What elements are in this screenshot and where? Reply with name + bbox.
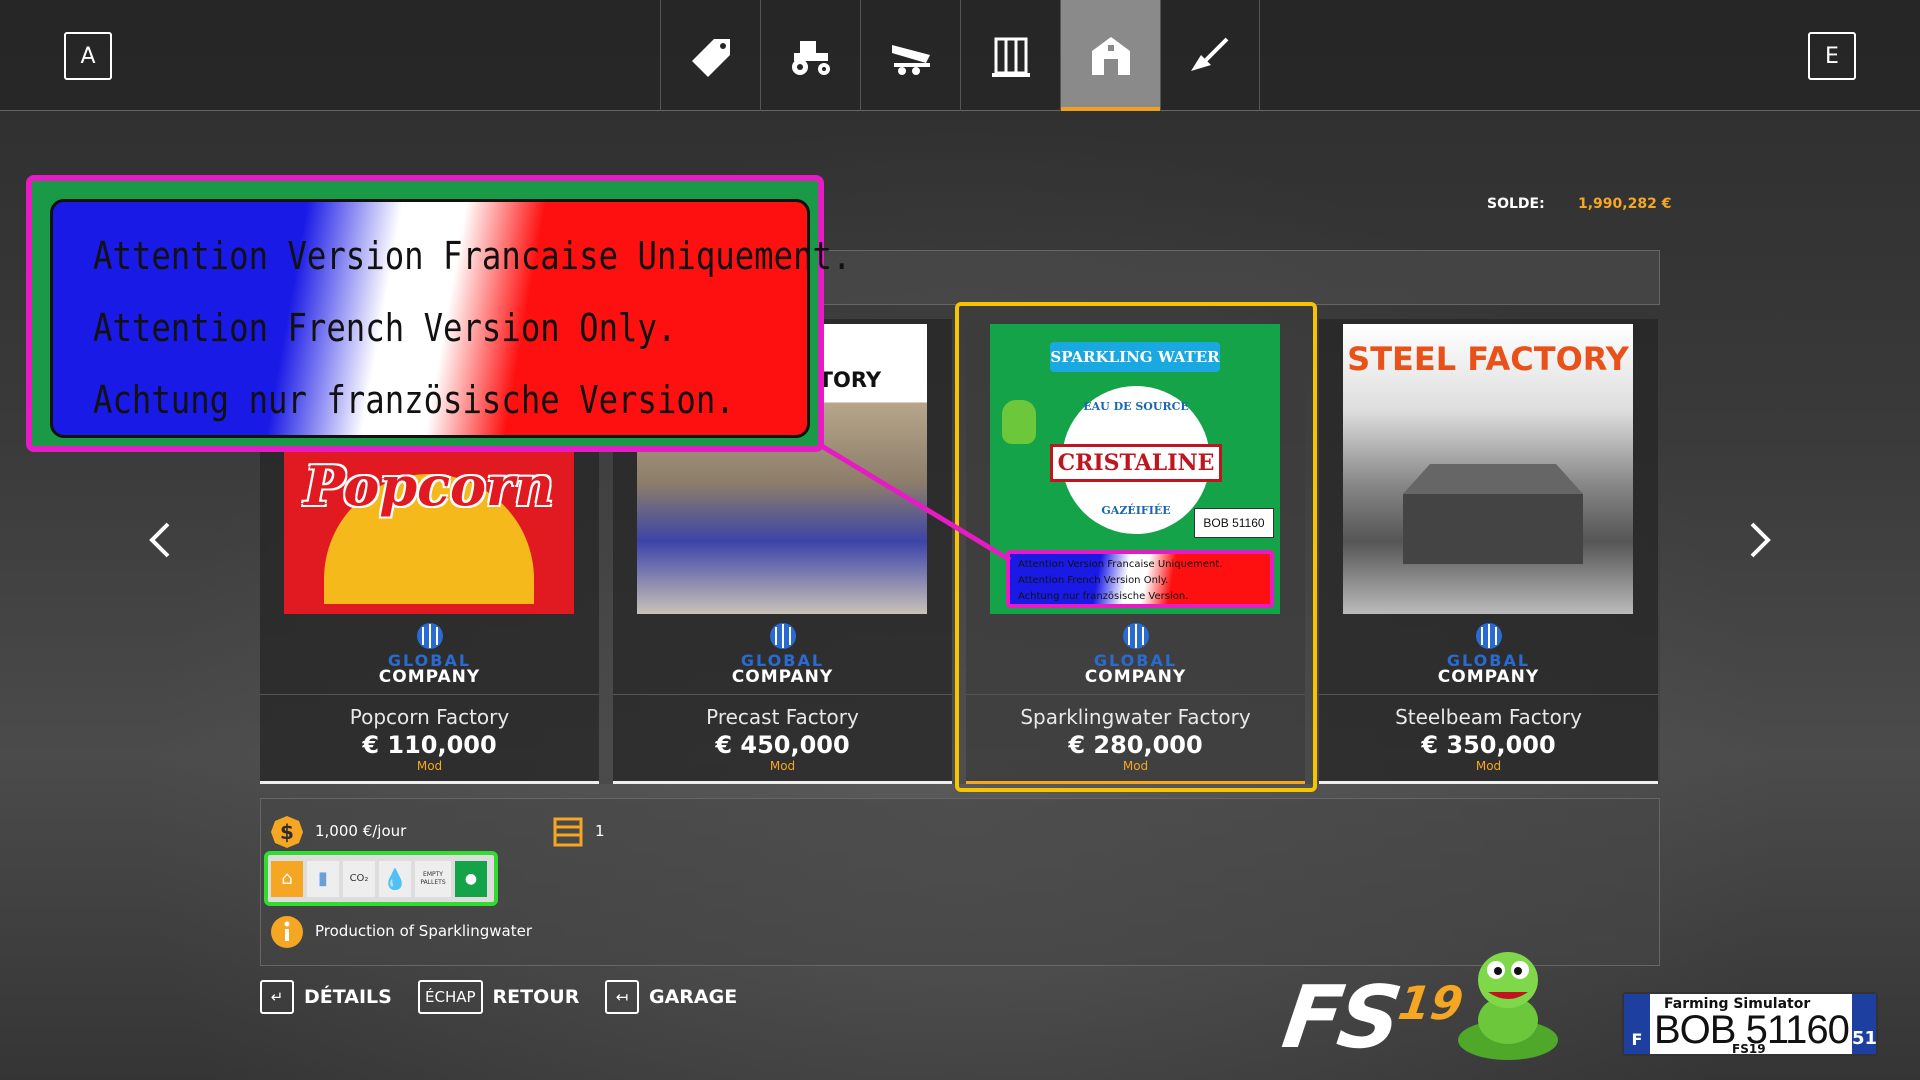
item-thumbnail: STEEL FACTORY [1343,324,1633,614]
backspace-key-icon: ↤ [605,980,639,1014]
item-mod-tag: Mod [416,759,443,773]
escape-key-icon: ÉCHAP [418,980,483,1014]
enter-key-icon: ↵ [260,980,294,1014]
thumb-sub-top: EAU DE SOURCE [1083,400,1189,413]
global-company-logo: GLOBAL COMPANY [613,619,952,699]
snake-mascot-icon [1458,952,1558,1060]
prev-category-key-button[interactable]: A [64,32,112,80]
water-bottle-icon: ▮ [307,860,339,897]
balance-value: 1,990,282 € [1578,196,1672,212]
tractor-icon [791,40,830,75]
global-company-logo: GLOBAL COMPANY [966,619,1305,699]
item-mod-tag: Mod [769,759,796,773]
version-warning-flag: Attention Version Francaise Uniquement. … [50,199,852,438]
globe-icon [1475,623,1502,649]
version-warning-badge: Attention Version Francaise Uniquement. … [1006,550,1274,608]
silo-count-icon [553,817,583,847]
balance-label: SOLDE: [1487,196,1545,212]
item-name: Steelbeam Factory [1395,705,1582,729]
item-price: € 350,000 [1421,731,1556,759]
item-price: € 450,000 [715,731,850,759]
item-price: € 280,000 [1068,731,1203,759]
thumb-banner: SPARKLING WATER [1050,342,1220,372]
svg-text:$: $ [280,820,294,844]
item-description: Production of Sparklingwater [315,922,532,940]
snake-mascot-icon [1002,400,1036,444]
tab-sales[interactable] [660,0,760,111]
thumb-title: STEEL FACTORY [1347,340,1629,378]
water-drop-icon: 💧 [379,860,411,897]
info-icon [271,916,303,948]
global-company-logo: GLOBAL COMPANY [1319,619,1658,699]
item-mod-tag: Mod [1475,759,1502,773]
item-thumbnail: SPARKLING WATER EAU DE SOURCE CRISTALINE… [990,324,1280,614]
trailer-icon [891,44,930,75]
barn-icon [1091,36,1130,75]
thumb-title: CRISTALINE [1050,444,1222,482]
ingredient-icons: ⌂ ▮ CO₂ 💧 EMPTY PALLETS ● [264,851,498,906]
thumb-sub-bottom: GAZÉIFIÉE [1101,504,1171,517]
version-warning-callout: Attention Version Francaise Uniquement. … [26,175,852,452]
factory-output-icon: ⌂ [271,860,303,897]
sparkling-water-icon: ● [455,860,487,897]
globe-icon [1122,623,1149,649]
eu-flag-icon: F [1624,994,1650,1054]
silo-icon [991,37,1030,77]
category-tabs [660,0,1260,111]
warning-line-fr: Attention Version Francaise Uniquement. [93,234,852,278]
tab-buildings[interactable] [1060,0,1160,111]
price-tag-icon [691,38,730,77]
empty-pallets-icon: EMPTY PALLETS [415,860,451,897]
tab-trailers[interactable] [860,0,960,111]
global-company-logo: GLOBAL COMPANY [260,619,599,699]
shovel-icon [1191,37,1229,71]
item-info: Steelbeam Factory € 350,000 Mod [1319,694,1658,784]
shop-item-card-steelbeam[interactable]: STEEL FACTORY GLOBAL COMPANY Steelbeam F… [1319,319,1658,784]
chevron-right-icon[interactable] [1738,520,1778,560]
top-navigation-bar: A E [0,0,1920,111]
chevron-left-icon[interactable] [142,520,182,560]
item-name: Sparklingwater Factory [1020,705,1251,729]
item-name: Popcorn Factory [349,705,510,729]
item-price: € 110,000 [362,731,497,759]
next-category-key-button[interactable]: E [1808,32,1856,80]
category-header-strip [822,250,1660,305]
back-button[interactable]: ÉCHAP RETOUR [418,980,579,1014]
coin-icon: $ [271,816,303,848]
warning-line-de: Achtung nur französische Version. [93,378,735,422]
item-info: Sparklingwater Factory € 280,000 Mod [966,694,1305,784]
thumb-title: Popcorn [304,454,554,518]
item-mod-tag: Mod [1122,759,1149,773]
warning-line-en: Attention French Version Only. [93,306,677,350]
co2-icon: CO₂ [343,860,375,897]
garage-button[interactable]: ↤ GARAGE [605,980,737,1014]
tab-tools[interactable] [1160,0,1260,111]
building-count: 1 [595,822,605,840]
license-plate: F Farming Simulator BOB 51160 FS19 51 [1622,992,1878,1056]
tab-vehicles[interactable] [760,0,860,111]
department-badge: 51 [1852,994,1877,1054]
mini-plate: BOB 51160 [1194,508,1274,538]
details-button[interactable]: ↵ DÉTAILS [260,980,392,1014]
globe-icon [769,623,796,649]
daily-cost: 1,000 €/jour [315,822,407,840]
globe-icon [416,623,443,649]
item-info: Popcorn Factory € 110,000 Mod [260,694,599,784]
shop-item-card-sparklingwater[interactable]: SPARKLING WATER EAU DE SOURCE CRISTALINE… [966,319,1305,784]
tab-placeables[interactable] [960,0,1060,111]
fs19-logo: FS19 [1276,968,1467,1068]
item-name: Precast Factory [706,705,859,729]
item-info: Precast Factory € 450,000 Mod [613,694,952,784]
